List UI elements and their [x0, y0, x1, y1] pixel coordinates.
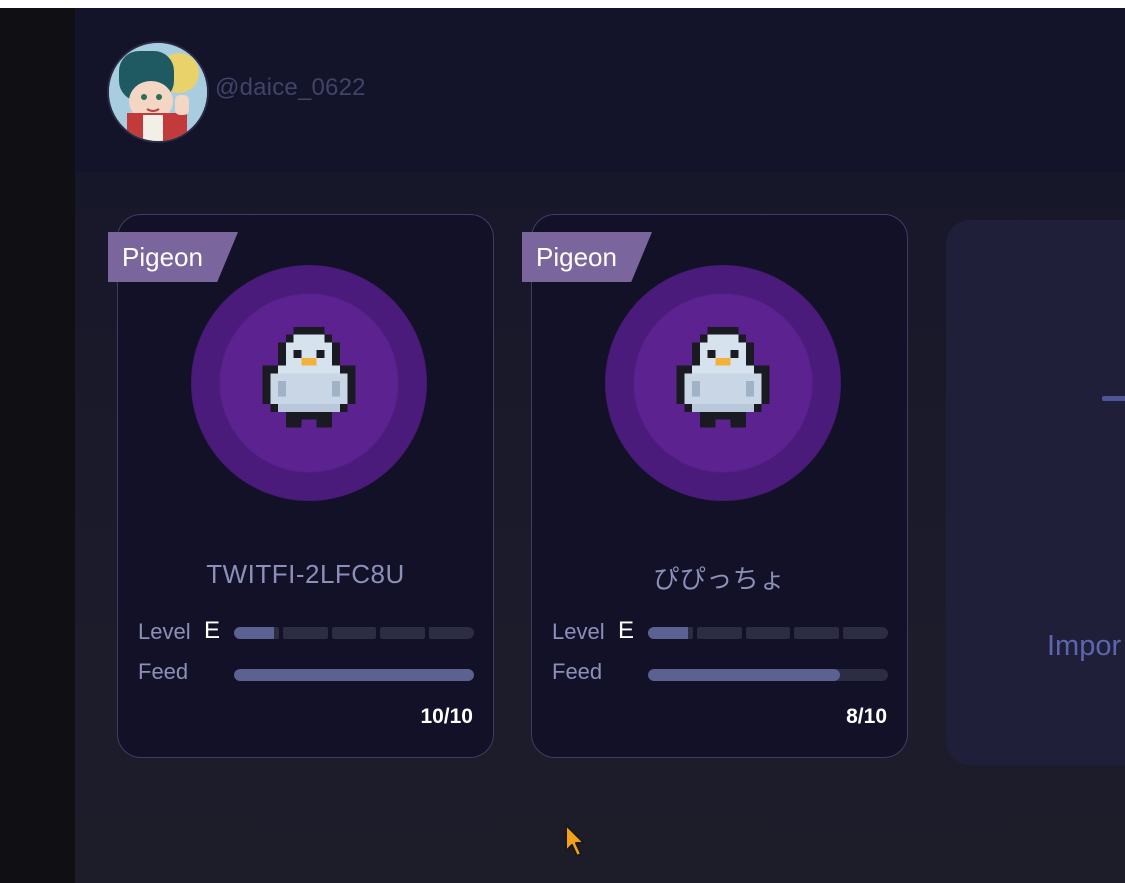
feed-row: Feed [138, 657, 478, 687]
level-label: Level [552, 619, 605, 644]
profile-header: @daice_0622 [75, 8, 1125, 172]
level-grade: E [204, 617, 221, 644]
pigeon-pixel-icon [676, 327, 770, 428]
app-window: @daice_0622 Pigeon TWITFI-2LFC8U Level E… [0, 8, 1125, 883]
avatar[interactable] [107, 41, 209, 143]
level-row: Level E [552, 617, 892, 647]
feed-progress-fill [648, 669, 840, 681]
level-segment [696, 627, 742, 639]
feed-label: Feed [552, 659, 603, 684]
import-label: Impor [1047, 630, 1122, 662]
level-label: Level [138, 619, 191, 644]
level-segment [648, 627, 693, 639]
plus-icon [1102, 396, 1125, 401]
level-segment [282, 627, 328, 639]
level-progress-bar [648, 627, 888, 639]
feed-ratio: 8/10 [846, 705, 887, 728]
pet-name: TWITFI-2LFC8U [206, 559, 405, 589]
pet-portrait [191, 265, 427, 501]
feed-label: Feed [138, 659, 189, 684]
left-sidebar [0, 8, 75, 883]
pet-card[interactable]: Pigeon [522, 214, 908, 758]
pet-grid: Pigeon TWITFI-2LFC8U Level E Feed 10/10 … [75, 172, 1125, 883]
mouse-cursor-icon [565, 824, 585, 857]
user-avatar-icon [109, 43, 207, 141]
pet-name: ぴぴっちょ [653, 564, 786, 594]
level-segment [794, 627, 840, 639]
pet-card[interactable]: Pigeon [108, 214, 494, 758]
level-segment [843, 627, 888, 639]
level-segment [234, 627, 279, 639]
species-badge: Pigeon [522, 232, 652, 282]
level-grade: E [618, 617, 635, 644]
feed-progress-bar [234, 669, 474, 681]
feed-progress-bar [648, 669, 888, 681]
username: @daice_0622 [215, 74, 366, 101]
import-card[interactable]: Impor [946, 220, 1125, 765]
feed-row: Feed [552, 657, 892, 687]
level-progress-bar [234, 627, 474, 639]
pigeon-pixel-icon [262, 327, 356, 428]
pet-portrait [605, 265, 841, 501]
level-segment [380, 627, 426, 639]
feed-progress-fill [234, 669, 474, 681]
level-row: Level E [138, 617, 478, 647]
level-segment [429, 627, 474, 639]
feed-ratio: 10/10 [420, 705, 473, 728]
level-segment [331, 627, 377, 639]
level-segment [745, 627, 791, 639]
species-badge: Pigeon [108, 232, 238, 282]
